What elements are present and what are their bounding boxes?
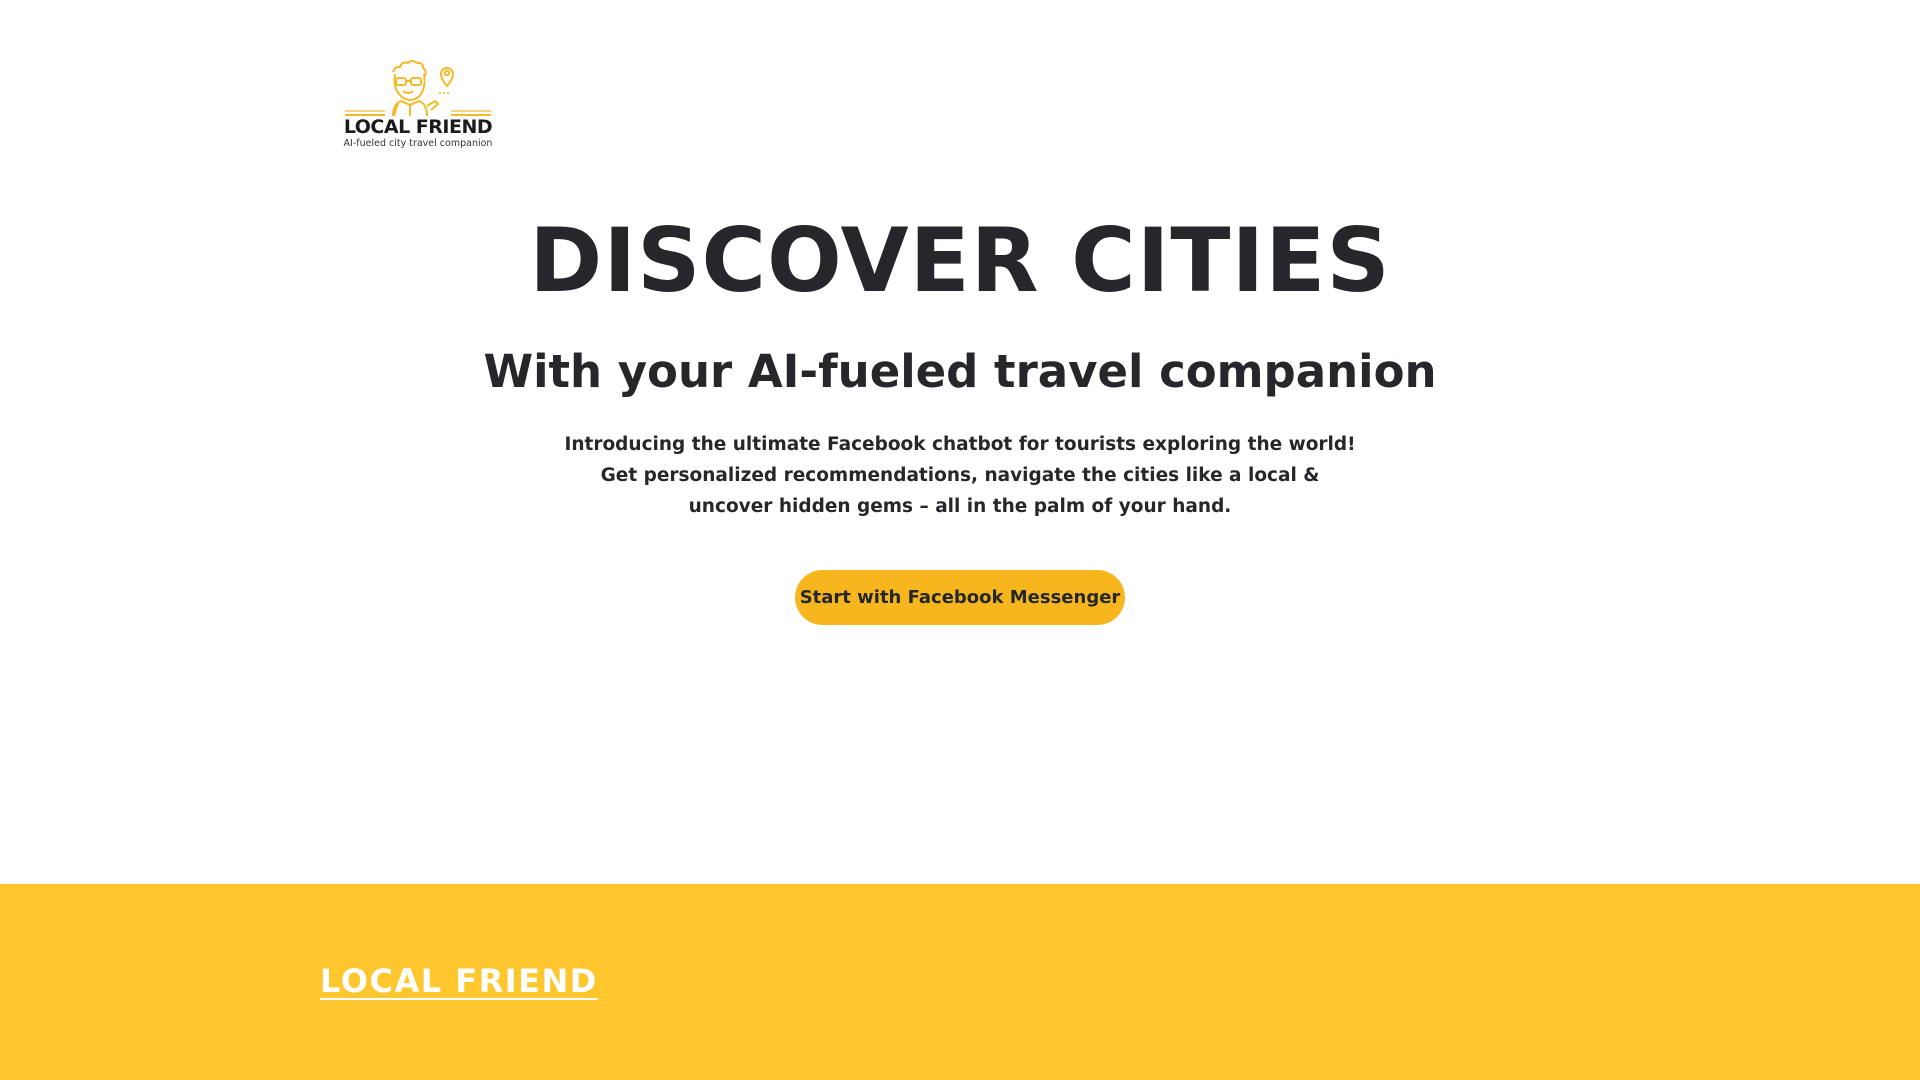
- site-logo[interactable]: LOCAL FRIEND AI-fueled city travel compa…: [343, 58, 493, 154]
- hero-description-line: Introducing the ultimate Facebook chatbo…: [564, 434, 1356, 455]
- page: LOCAL FRIEND AI-fueled city travel compa…: [0, 0, 1920, 1080]
- traveler-mascot-icon: [345, 60, 491, 117]
- logo-title: LOCAL FRIEND: [343, 116, 493, 138]
- hero-subtitle: With your AI-fueled travel companion: [483, 345, 1437, 398]
- hero-description-line: Get personalized recommendations, naviga…: [600, 465, 1320, 486]
- hero-description: Introducing the ultimate Facebook chatbo…: [560, 429, 1360, 522]
- logo-tagline: AI-fueled city travel companion: [343, 138, 493, 149]
- hero-title: DISCOVER CITIES: [529, 209, 1391, 312]
- footer-brand-link[interactable]: LOCAL FRIEND: [320, 962, 598, 1000]
- footer: LOCAL FRIEND: [0, 884, 1920, 1080]
- start-messenger-button[interactable]: Start with Facebook Messenger: [795, 570, 1125, 625]
- hero-description-line: uncover hidden gems – all in the palm of…: [688, 496, 1232, 517]
